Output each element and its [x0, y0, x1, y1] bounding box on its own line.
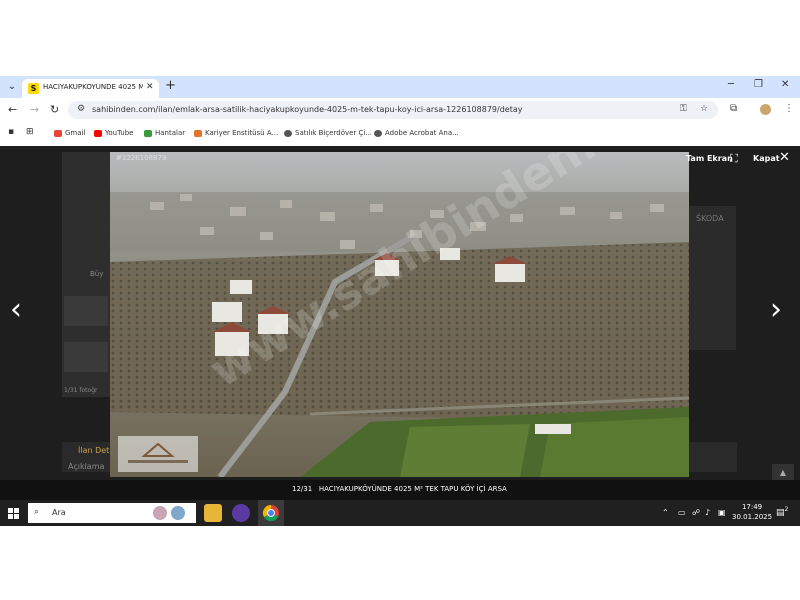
browser-toolbar: ← → ↻ ⚙ sahibinden.com/ilan/emlak-arsa-s… — [0, 98, 800, 122]
close-viewer-button[interactable]: Kapat — [753, 154, 780, 163]
app-icon[interactable] — [232, 504, 250, 522]
clock-date: 30.01.2025 — [732, 513, 773, 521]
windows-taskbar: ⌕ Ara ⌃ ▭ ☍ ♪ ▣ 17:49 30.01.2025 ▤2 — [0, 500, 800, 526]
web-page: Büy 1/31 fotoğr ŠKODA İlan Deta Açıklama — [0, 146, 800, 500]
photo-caption-bar: 12/31 HACIYAKUPKÖYÜNDE 4025 M² TEK TAPU … — [0, 480, 800, 500]
background-ad-right: ŠKODA — [688, 206, 736, 350]
bookmark-youtube[interactable]: YouTube — [94, 129, 133, 137]
notifications-icon[interactable]: ▤2 — [776, 506, 788, 518]
gmail-icon — [54, 129, 62, 137]
back-icon[interactable]: ← — [8, 103, 17, 116]
tray-chevron-icon[interactable]: ⌃ — [662, 508, 669, 517]
reload-icon[interactable]: ↻ — [50, 103, 59, 116]
close-icon[interactable]: ✕ — [779, 150, 790, 165]
hantalar-icon — [144, 129, 152, 137]
bookmark-bicerdover[interactable]: Satılık Biçerdöver Çi... — [284, 129, 372, 137]
next-photo-arrow-icon[interactable]: › — [770, 292, 782, 327]
volume-icon[interactable]: ♪ — [705, 508, 710, 517]
background-count: 1/31 fotoğr — [64, 387, 98, 394]
photo-listing-id: #1226108879 — [116, 154, 167, 162]
listing-photo[interactable]: www.sahibinden.com — [110, 152, 689, 477]
background-gallery-left: Büy 1/31 fotoğr — [62, 152, 110, 397]
search-highlight-art-icon — [153, 506, 185, 520]
globe-icon — [284, 129, 292, 137]
background-thumb — [64, 296, 108, 326]
sahibinden-favicon-icon: S — [28, 83, 39, 94]
aerial-village-photo — [110, 152, 689, 477]
url-text: sahibinden.com/ilan/emlak-arsa-satilik-h… — [92, 105, 523, 114]
battery-icon[interactable]: ▭ — [678, 508, 686, 517]
background-label: Büy — [90, 270, 104, 278]
kariyer-icon — [194, 129, 202, 137]
apps-grid-icon[interactable]: ⊞ — [26, 127, 34, 137]
display-icon[interactable]: ▣ — [718, 508, 726, 517]
bookmarks-folder-icon[interactable]: ▪ — [8, 127, 14, 137]
agency-logo — [118, 436, 198, 472]
tab-title: HACIYAKUPKÖYÜNDE 4025 M² TEK — [43, 83, 143, 91]
search-icon: ⌕ — [34, 507, 40, 517]
site-info-icon[interactable]: ⚙ — [77, 104, 85, 114]
menu-kebab-icon[interactable]: ⋮ — [784, 103, 794, 114]
forward-icon[interactable]: → — [30, 103, 39, 116]
chrome-icon — [262, 504, 279, 522]
tab-close-icon[interactable]: ✕ — [146, 82, 154, 92]
chrome-taskbar-button[interactable] — [258, 500, 284, 526]
windows-start-icon[interactable] — [8, 508, 19, 519]
agency-logo-house-icon — [128, 442, 188, 463]
taskbar-clock[interactable]: 17:49 30.01.2025 — [732, 502, 772, 522]
tab-strip: ⌄ S HACIYAKUPKÖYÜNDE 4025 M² TEK ✕ + ─ ❐… — [0, 76, 800, 98]
fullscreen-icon[interactable]: ⛶ — [730, 152, 738, 166]
globe-icon — [374, 129, 382, 137]
new-tab-icon[interactable]: + — [165, 78, 176, 93]
notification-count: 2 — [784, 506, 789, 513]
photo-counter: 12/31 — [292, 485, 313, 493]
background-section-label: Açıklama — [68, 462, 105, 471]
bookmark-adobe[interactable]: Adobe Acrobat Ana... — [374, 129, 459, 137]
tab-active[interactable]: S HACIYAKUPKÖYÜNDE 4025 M² TEK ✕ — [22, 79, 159, 98]
screen: ⌄ S HACIYAKUPKÖYÜNDE 4025 M² TEK ✕ + ─ ❐… — [0, 76, 800, 526]
taskbar-search-box[interactable]: ⌕ Ara — [28, 503, 196, 523]
photo-caption-text: HACIYAKUPKÖYÜNDE 4025 M² TEK TAPU KÖY İÇ… — [318, 485, 507, 493]
file-explorer-icon[interactable] — [204, 504, 222, 522]
previous-photo-arrow-icon[interactable]: ‹ — [10, 292, 22, 327]
network-icon[interactable]: ☍ — [692, 508, 700, 517]
extensions-icon[interactable]: ⧉ — [730, 103, 737, 114]
bookmark-gmail[interactable]: Gmail — [54, 129, 85, 137]
restore-icon[interactable]: ❐ — [754, 79, 763, 90]
window-close-icon[interactable]: ✕ — [781, 79, 789, 90]
bookmark-kariyer[interactable]: Kariyer Enstitüsü A... — [194, 129, 278, 137]
password-key-icon[interactable]: ⚿ — [680, 104, 687, 114]
bookmark-hantalar[interactable]: Hantalar — [144, 129, 185, 137]
background-thumb — [64, 342, 108, 372]
clock-time: 17:49 — [741, 503, 763, 511]
youtube-icon — [94, 129, 102, 137]
bookmark-star-icon[interactable]: ☆ — [700, 104, 708, 114]
tab-search-icon[interactable]: ⌄ — [4, 80, 20, 94]
address-bar[interactable]: ⚙ sahibinden.com/ilan/emlak-arsa-satilik… — [68, 101, 718, 119]
profile-avatar-icon[interactable] — [760, 104, 771, 115]
background-tab-label: İlan Deta — [78, 446, 115, 455]
background-ad-brand: ŠKODA — [696, 214, 724, 223]
minimize-icon[interactable]: ─ — [728, 79, 734, 90]
bookmarks-bar: ▪ ⊞ Gmail YouTube Hantalar Kariyer Ensti… — [0, 122, 800, 147]
photo-caption: 12/31 HACIYAKUPKÖYÜNDE 4025 M² TEK TAPU … — [292, 485, 507, 493]
taskbar-search-placeholder: Ara — [52, 508, 66, 517]
fullscreen-button[interactable]: Tam Ekran — [686, 154, 733, 163]
